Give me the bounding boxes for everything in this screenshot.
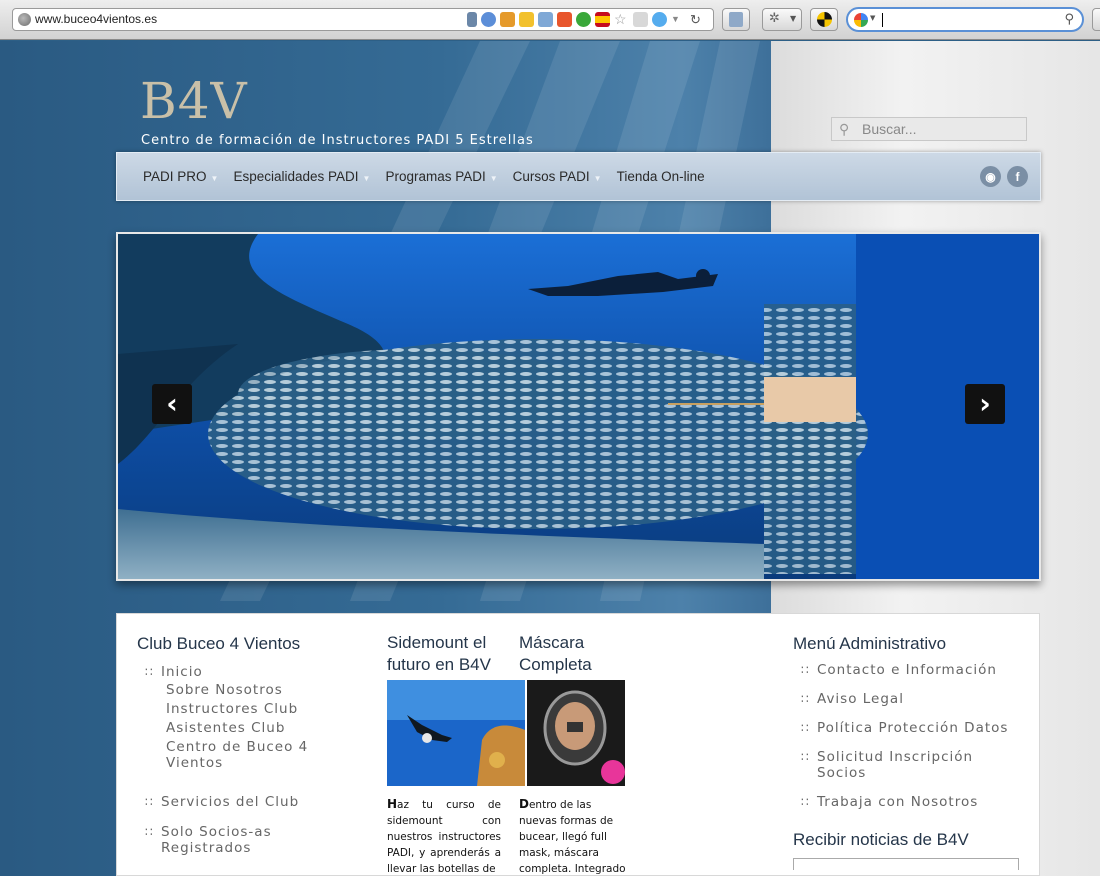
newsletter-title: Recibir noticias de B4V — [793, 830, 969, 849]
post-excerpt-text: entro de las nuevas formas de bucear, ll… — [519, 799, 626, 875]
menu-item-aviso-legal[interactable]: Aviso Legal — [793, 691, 1033, 707]
club-menu-widget: Club Buceo 4 Vientos Inicio Sobre Nosotr… — [137, 634, 367, 858]
widget-title: Club Buceo 4 Vientos — [137, 634, 301, 653]
chevron-down-icon: ▼ — [870, 14, 876, 22]
twitter-icon[interactable] — [652, 12, 667, 27]
rss-icon[interactable]: ◉ — [980, 166, 1001, 187]
post-sidemount: Sidemount el futuro en B4V Haz tu curso … — [387, 632, 525, 876]
admin-menu-widget: Menú Administrativo Contacto e Informaci… — [793, 634, 1033, 870]
plus-icon[interactable] — [557, 12, 572, 27]
smiley-icon[interactable] — [519, 12, 534, 27]
reload-icon[interactable]: ↻ — [690, 12, 705, 27]
diver-photo — [387, 680, 525, 786]
image-slider: ‹ › — [116, 232, 1041, 581]
widget-title: Menú Administrativo — [793, 634, 947, 653]
menu-item-socios[interactable]: Solo Socios-as Registrados — [137, 824, 367, 856]
post-image[interactable] — [527, 680, 625, 786]
newsletter-email-input[interactable] — [793, 858, 1019, 870]
gear-icon: ✲ — [769, 11, 780, 26]
moon-icon[interactable] — [481, 12, 496, 27]
menu-item-inicio[interactable]: Inicio — [137, 664, 367, 680]
nav-item-label: Especialidades PADI — [233, 169, 359, 184]
url-text: www.buceo4vientos.es — [35, 12, 158, 26]
post-excerpt: Haz tu curso de sidemount con nuestros i… — [387, 796, 501, 876]
menu-item-sobre-nosotros[interactable]: Sobre Nosotros — [137, 682, 367, 698]
nav-item-label: Cursos PADI — [512, 169, 590, 184]
chevron-right-icon: › — [979, 387, 991, 420]
nav-item-tienda[interactable]: Tienda On-line — [617, 169, 705, 184]
crash-test-icon — [817, 12, 832, 27]
nav-item-label: Tienda On-line — [616, 169, 705, 184]
site-logo[interactable]: B4V — [140, 76, 248, 126]
menu-item-inscripcion[interactable]: Solicitud Inscripción Socios — [793, 749, 993, 781]
menu-spacer — [137, 774, 367, 792]
menu-item-trabaja[interactable]: Trabaja con Nosotros — [793, 794, 1033, 810]
menu-item-proteccion-datos[interactable]: Política Protección Datos — [793, 720, 1033, 736]
club-menu: Inicio Sobre Nosotros Instructores Club … — [137, 664, 367, 856]
browser-toolbar: www.buceo4vientos.es ☆ ▼ ↻ ✲ ▼ ▼ ⚲ — [0, 0, 1100, 40]
wrench-icon[interactable] — [467, 12, 477, 27]
spain-flag-icon[interactable] — [595, 12, 610, 27]
text-cursor — [882, 13, 883, 27]
dropdown-icon[interactable]: ▼ — [671, 12, 686, 27]
addon-icon — [729, 12, 743, 27]
green-g-icon[interactable] — [576, 12, 591, 27]
chevron-down-icon: ▼ — [210, 173, 219, 183]
crash-button[interactable] — [810, 8, 838, 31]
address-bar[interactable]: www.buceo4vientos.es ☆ ▼ ↻ — [12, 8, 714, 31]
menu-item-asistentes[interactable]: Asistentes Club — [137, 720, 367, 736]
menu-item-centro-buceo[interactable]: Centro de Buceo 4 Vientos — [137, 739, 367, 771]
post-title[interactable]: Máscara Completa — [519, 632, 629, 676]
admin-menu: Contacto e Información Aviso Legal Polít… — [793, 662, 1033, 810]
drop-letter: D — [519, 797, 529, 811]
nav-item-label: Programas PADI — [385, 169, 486, 184]
globe-icon — [18, 13, 31, 26]
chevron-down-icon: ▼ — [362, 173, 371, 183]
mask-photo — [527, 680, 625, 786]
content-area: Club Buceo 4 Vientos Inicio Sobre Nosotr… — [116, 613, 1040, 876]
google-icon — [854, 13, 868, 27]
search-icon[interactable]: ⚲ — [1064, 12, 1074, 27]
extension-icons: ☆ ▼ ↻ — [467, 12, 705, 27]
post-image[interactable] — [387, 680, 525, 786]
chevron-down-icon: ▼ — [489, 173, 498, 183]
addon-button[interactable] — [722, 8, 750, 31]
search-icon: ⚲ — [839, 121, 850, 137]
post-mascara: Máscara Completa Dentro de las nuevas fo… — [519, 632, 629, 876]
main-nav: PADI PRO ▼ Especialidades PADI ▼ Programas… — [116, 152, 1041, 201]
post-excerpt: Dentro de las nuevas formas de bucear, l… — [519, 796, 629, 876]
nav-item-label: PADI PRO — [143, 169, 207, 184]
chevron-down-icon: ▼ — [593, 173, 602, 183]
nav-item-especialidades[interactable]: Especialidades PADI ▼ — [233, 169, 370, 184]
site-search-input[interactable]: ⚲ Buscar... — [831, 117, 1027, 141]
tools-button[interactable]: ✲ ▼ — [762, 8, 802, 31]
facebook-icon[interactable]: f — [1007, 166, 1028, 187]
menu-item-contacto[interactable]: Contacto e Información — [793, 662, 1033, 678]
site-tagline: Centro de formación de Instructores PADI… — [141, 133, 534, 148]
star-icon[interactable]: ☆ — [614, 12, 629, 27]
menu-item-servicios[interactable]: Servicios del Club — [137, 794, 367, 810]
slider-prev-button[interactable]: ‹ — [152, 384, 192, 424]
mail-icon[interactable] — [538, 12, 553, 27]
slider-next-button[interactable]: › — [965, 384, 1005, 424]
drop-letter: H — [387, 797, 398, 811]
search-placeholder: Buscar... — [862, 121, 917, 137]
pocket-icon[interactable] — [633, 12, 648, 27]
overflow-button[interactable] — [1092, 8, 1100, 31]
slide-image — [118, 234, 1039, 579]
nav-item-programas[interactable]: Programas PADI ▼ — [385, 169, 497, 184]
nav-item-cursos[interactable]: Cursos PADI ▼ — [513, 169, 602, 184]
chevron-left-icon: ‹ — [166, 387, 178, 420]
post-excerpt-text: az tu curso de sidemount con nuestros in… — [387, 799, 501, 875]
post-title[interactable]: Sidemount el futuro en B4V — [387, 632, 501, 676]
browser-search-box[interactable]: ▼ ⚲ — [846, 7, 1084, 32]
chevron-down-icon: ▼ — [790, 14, 797, 23]
menu-item-instructores[interactable]: Instructores Club — [137, 701, 367, 717]
nav-item-padi-pro[interactable]: PADI PRO ▼ — [143, 169, 218, 184]
bug-icon[interactable] — [500, 12, 515, 27]
